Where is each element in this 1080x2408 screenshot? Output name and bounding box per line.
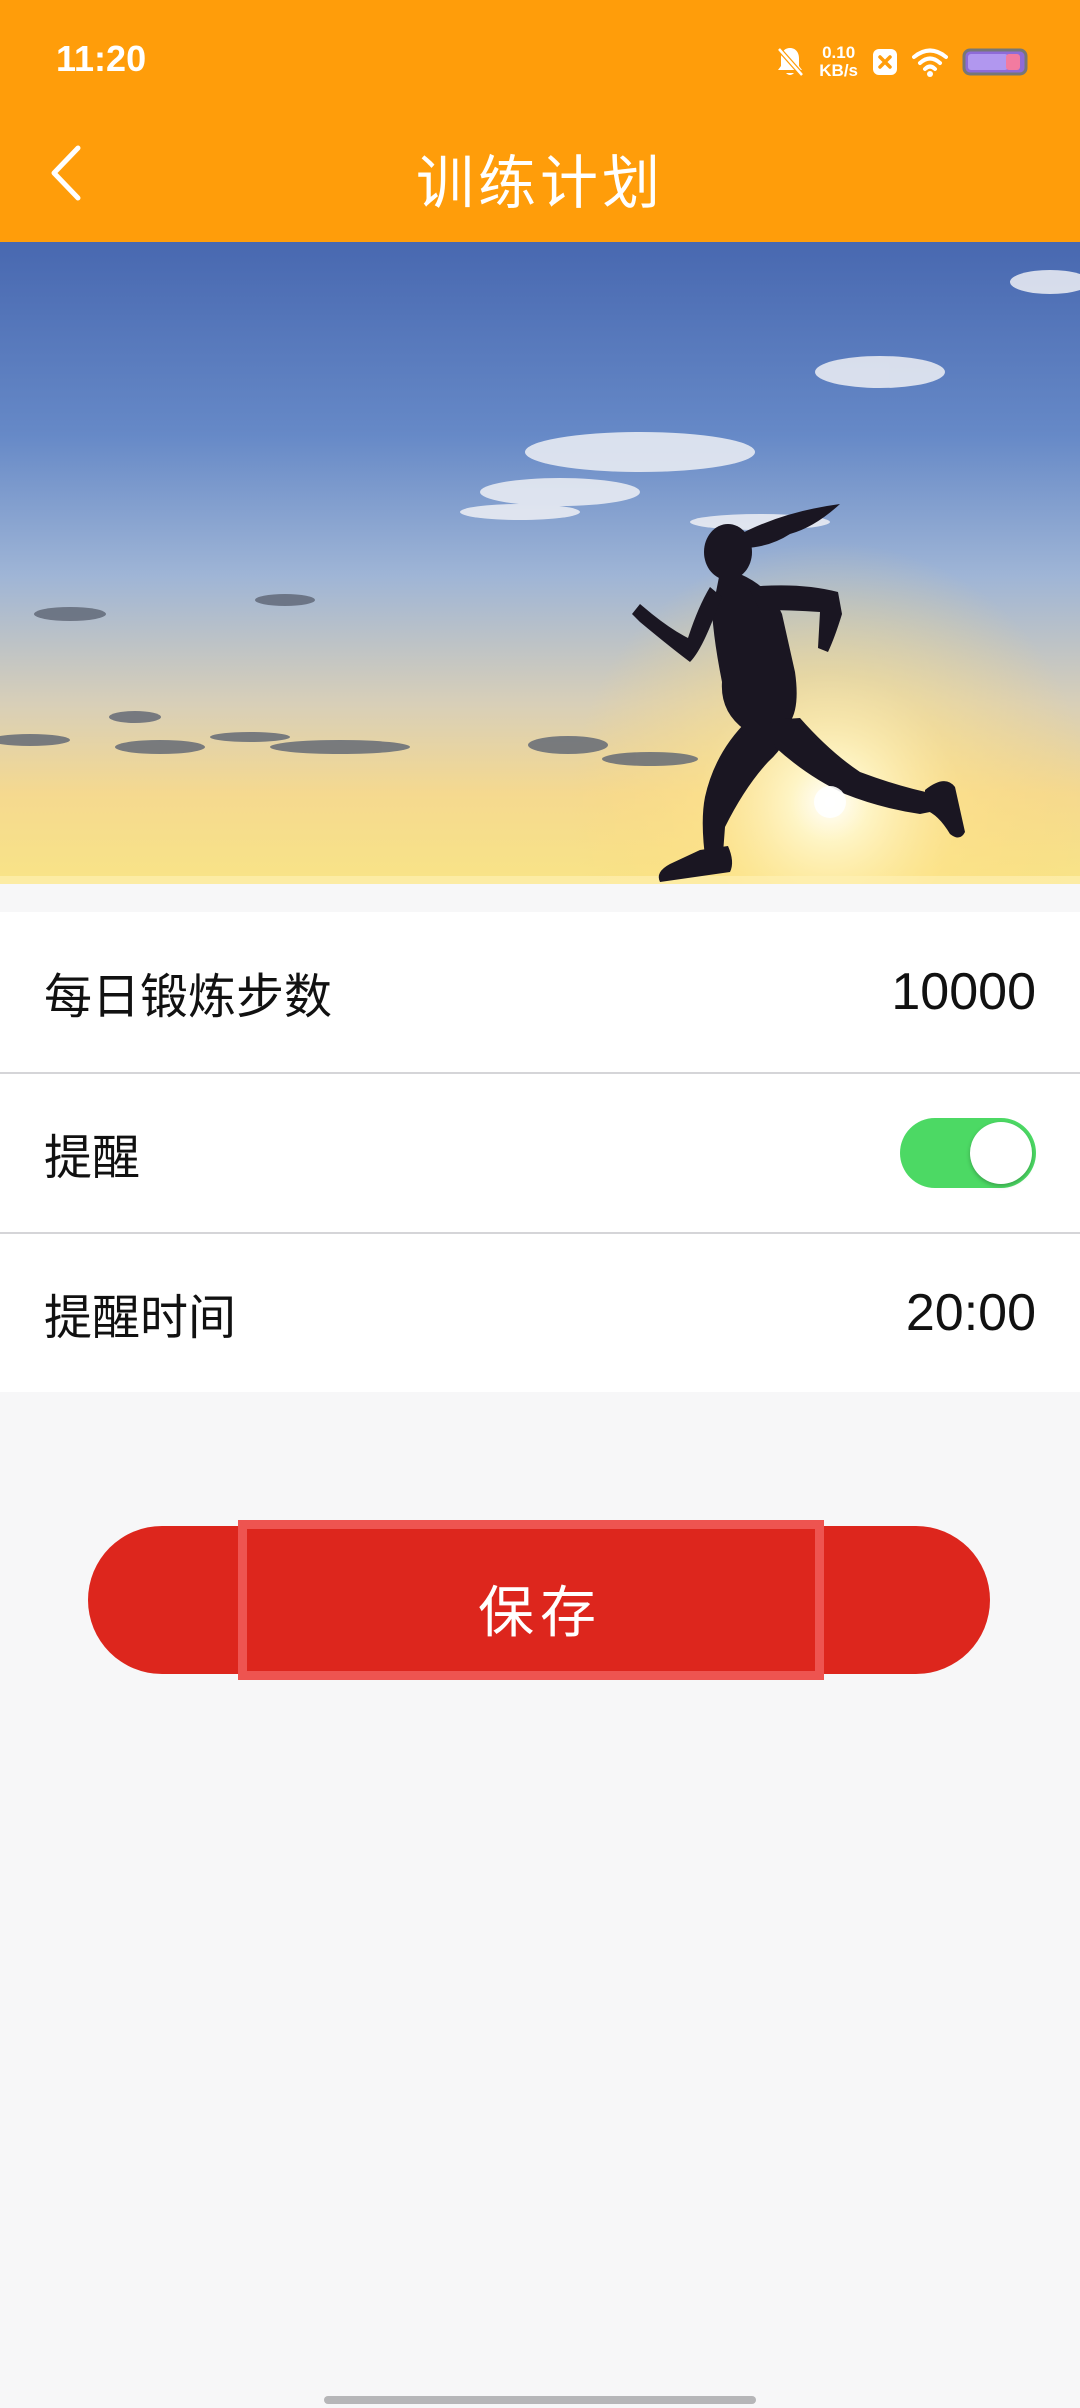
battery-icon [962, 48, 1028, 76]
reminder-toggle[interactable] [900, 1118, 1036, 1188]
bell-mute-icon [777, 47, 805, 77]
page-title: 训练计划 [415, 149, 664, 217]
status-icons: 0.10 KB/s [775, 40, 1030, 84]
reminder-time-label: 提醒时间 [44, 1290, 237, 1346]
app-header: 11:20 0.10 KB/s 训练计划 [0, 0, 1080, 242]
daily-steps-row[interactable]: 每日锻炼步数 10000 [0, 912, 1080, 1072]
runner-illustration [0, 242, 1080, 884]
reminder-row: 提醒 [0, 1072, 1080, 1232]
net-speed-unit: KB/s [819, 61, 858, 80]
hero-image [0, 242, 1080, 884]
status-time: 11:20 [56, 38, 147, 79]
save-button[interactable] [88, 1526, 990, 1674]
daily-steps-label: 每日锻炼步数 [44, 969, 333, 1025]
settings-list: 每日锻炼步数 10000 提醒 提醒时间 20:00 [0, 912, 1080, 1392]
home-indicator[interactable] [324, 2396, 756, 2404]
reminder-time-row[interactable]: 提醒时间 20:00 [0, 1232, 1080, 1392]
wifi-icon [912, 48, 948, 77]
close-badge-icon [873, 49, 897, 75]
daily-steps-value[interactable]: 10000 [891, 962, 1036, 1022]
net-speed-value: 0.10 [822, 43, 856, 62]
reminder-label: 提醒 [44, 1130, 141, 1186]
net-speed: 0.10 KB/s [819, 44, 858, 80]
reminder-time-value[interactable]: 20:00 [906, 1283, 1036, 1343]
toggle-knob [970, 1122, 1032, 1184]
